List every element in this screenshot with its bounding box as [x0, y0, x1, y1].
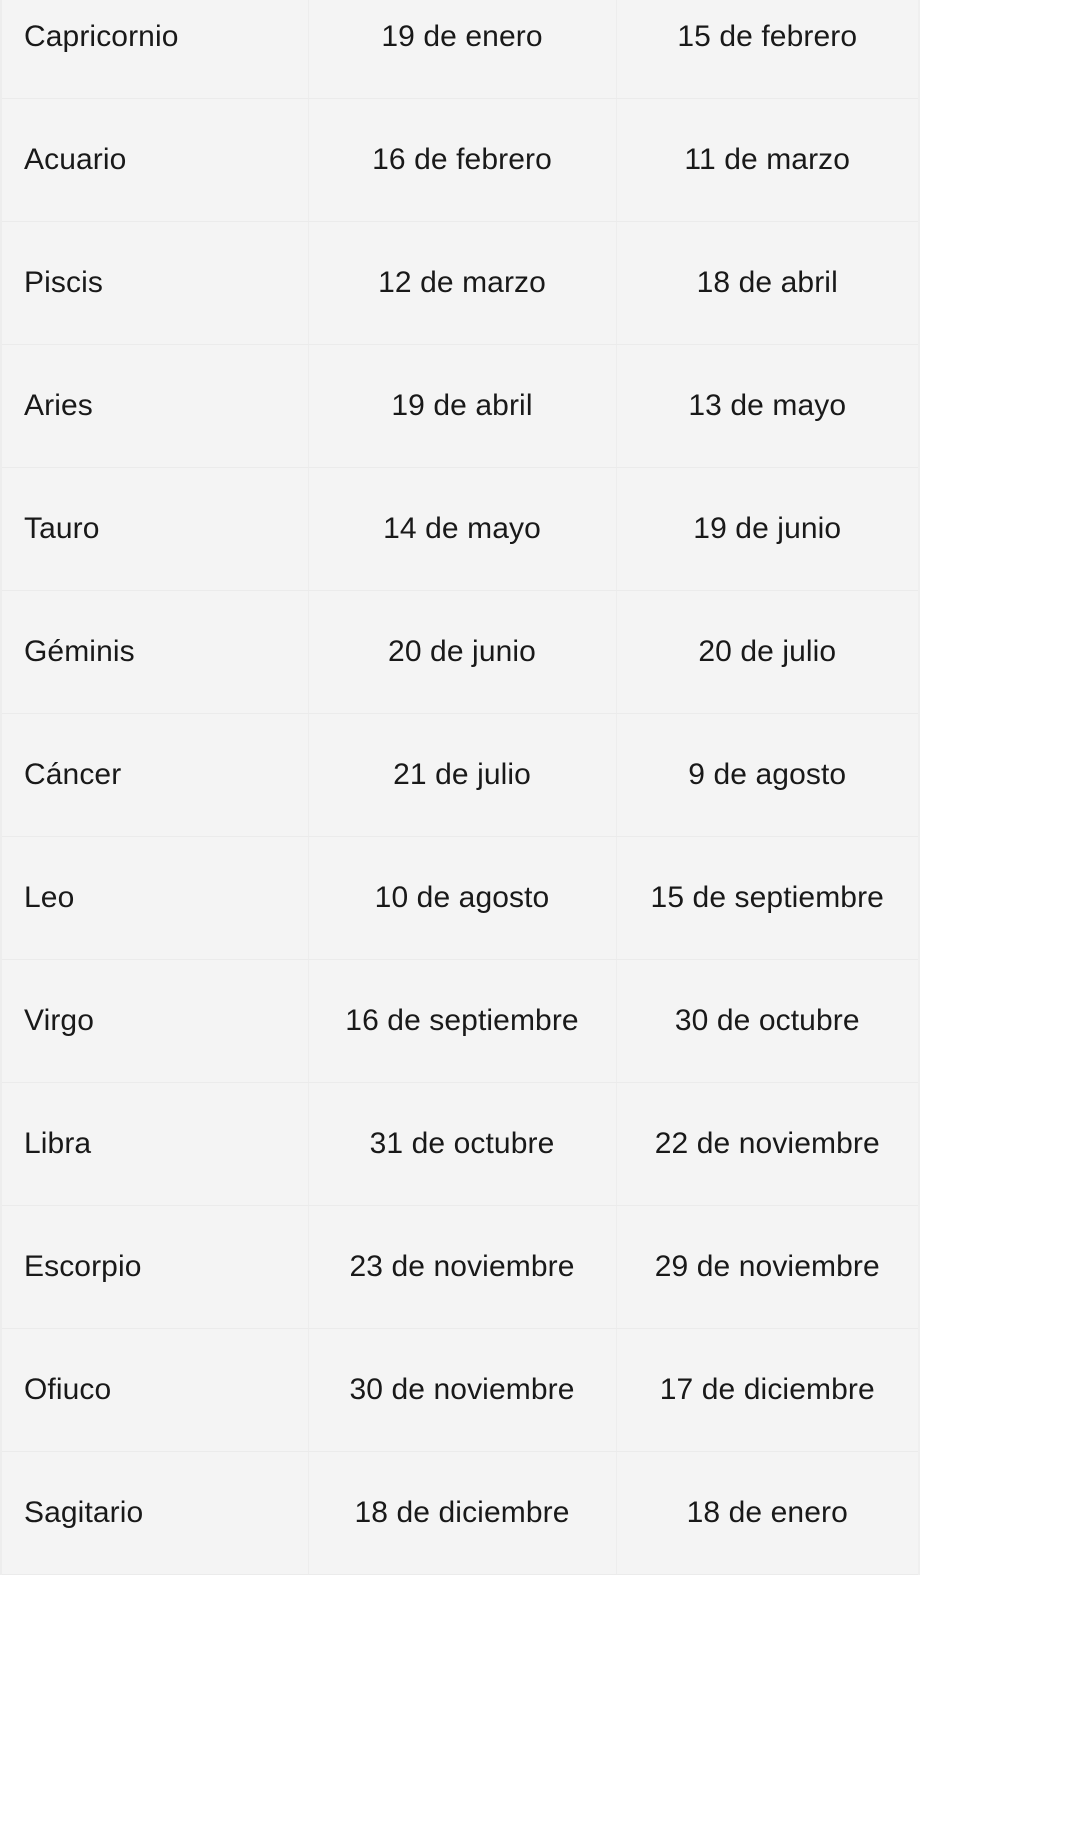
table-row: Tauro 14 de mayo 19 de junio [0, 467, 920, 591]
end-date-cell: 11 de marzo [616, 98, 920, 222]
start-date-cell: 14 de mayo [308, 467, 617, 591]
zodiac-sign-cell: Virgo [0, 959, 309, 1083]
end-date-cell: 15 de septiembre [616, 836, 920, 960]
zodiac-sign-cell: Ofiuco [0, 1328, 309, 1452]
start-date-cell: 20 de junio [308, 590, 617, 714]
table-row: Aries 19 de abril 13 de mayo [0, 344, 920, 468]
start-date-cell: 10 de agosto [308, 836, 617, 960]
zodiac-sign-cell: Capricornio [0, 0, 309, 99]
start-date-cell: 19 de enero [308, 0, 617, 99]
start-date-cell: 30 de noviembre [308, 1328, 617, 1452]
table-row: Capricornio 19 de enero 15 de febrero [0, 0, 920, 99]
end-date-cell: 15 de febrero [616, 0, 920, 99]
table-row: Virgo 16 de septiembre 30 de octubre [0, 959, 920, 1083]
table-row: Piscis 12 de marzo 18 de abril [0, 221, 920, 345]
end-date-cell: 19 de junio [616, 467, 920, 591]
table-row: Sagitario 18 de diciembre 18 de enero [0, 1451, 920, 1575]
zodiac-sign-cell: Libra [0, 1082, 309, 1206]
start-date-cell: 16 de septiembre [308, 959, 617, 1083]
end-date-cell: 20 de julio [616, 590, 920, 714]
end-date-cell: 17 de diciembre [616, 1328, 920, 1452]
zodiac-sign-cell: Sagitario [0, 1451, 309, 1575]
zodiac-sign-cell: Leo [0, 836, 309, 960]
table-row: Escorpio 23 de noviembre 29 de noviembre [0, 1205, 920, 1329]
zodiac-table-body: Capricornio 19 de enero 15 de febrero Acuar… [0, 0, 920, 1575]
end-date-cell: 9 de agosto [616, 713, 920, 837]
start-date-cell: 21 de julio [308, 713, 617, 837]
table-row: Géminis 20 de junio 20 de julio [0, 590, 920, 714]
start-date-cell: 12 de marzo [308, 221, 617, 345]
zodiac-sign-cell: Piscis [0, 221, 309, 345]
end-date-cell: 29 de noviembre [616, 1205, 920, 1329]
start-date-cell: 18 de diciembre [308, 1451, 617, 1575]
zodiac-dates-table: Capricornio 19 de enero 15 de febrero Acuar… [0, 0, 920, 1575]
end-date-cell: 18 de abril [616, 221, 920, 345]
end-date-cell: 30 de octubre [616, 959, 920, 1083]
zodiac-sign-cell: Escorpio [0, 1205, 309, 1329]
start-date-cell: 23 de noviembre [308, 1205, 617, 1329]
zodiac-sign-cell: Géminis [0, 590, 309, 714]
zodiac-sign-cell: Cáncer [0, 713, 309, 837]
end-date-cell: 13 de mayo [616, 344, 920, 468]
zodiac-sign-cell: Acuario [0, 98, 309, 222]
table-row: Cáncer 21 de julio 9 de agosto [0, 713, 920, 837]
start-date-cell: 31 de octubre [308, 1082, 617, 1206]
table-row: Libra 31 de octubre 22 de noviembre [0, 1082, 920, 1206]
start-date-cell: 16 de febrero [308, 98, 617, 222]
end-date-cell: 22 de noviembre [616, 1082, 920, 1206]
table-row: Leo 10 de agosto 15 de septiembre [0, 836, 920, 960]
end-date-cell: 18 de enero [616, 1451, 920, 1575]
table-row: Ofiuco 30 de noviembre 17 de diciembre [0, 1328, 920, 1452]
zodiac-sign-cell: Tauro [0, 467, 309, 591]
zodiac-sign-cell: Aries [0, 344, 309, 468]
start-date-cell: 19 de abril [308, 344, 617, 468]
table-row: Acuario 16 de febrero 11 de marzo [0, 98, 920, 222]
